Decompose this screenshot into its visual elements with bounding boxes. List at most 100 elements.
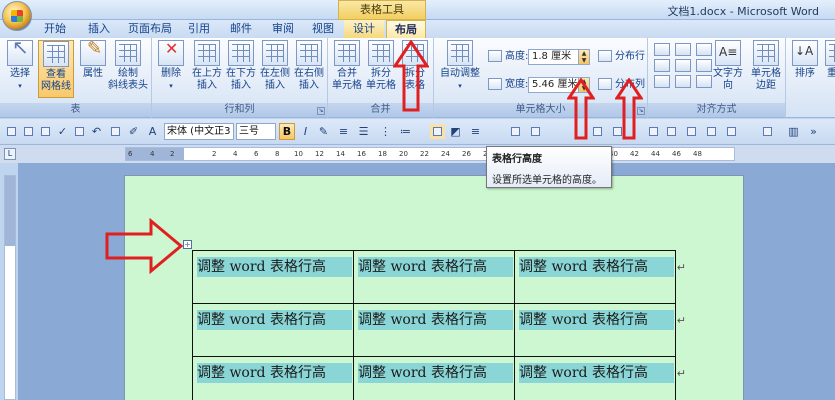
numbering-icon[interactable]: ≔ [398,124,413,139]
fill-color-icon[interactable] [704,124,719,139]
table-cell[interactable]: 调整 word 表格行高 [353,303,515,357]
align-bottom-center-icon[interactable] [675,75,691,88]
cell-text: 调整 word 表格行高 [519,257,674,277]
insert-right-button[interactable]: 在右侧 插入 [292,40,326,92]
tab-references[interactable]: 引用 [182,20,216,38]
horizontal-ruler[interactable]: 6 4 2 2 4 6 8 10 12 14 16 18 20 22 24 26… [125,147,735,161]
text-direction-button[interactable]: 文字方向 [710,40,746,92]
annotation-arrow-up-icon [393,40,429,112]
clear-format-icon[interactable]: A [145,124,160,139]
align-top-left-icon[interactable] [654,43,670,56]
row-height-tooltip: 表格行高度 设置所选单元格的高度。 [486,146,612,188]
highlight-icon[interactable]: ✎ [316,124,331,139]
office-button[interactable] [2,1,32,31]
tab-selector-icon[interactable]: L [4,148,16,160]
line-spacing-icon[interactable]: ☰ [356,124,371,139]
tab-mailings[interactable]: 邮件 [224,20,258,38]
delete-label: 删除 [161,68,181,79]
bullets-icon[interactable]: ⋮ [378,124,393,139]
split-cells-label: 拆分 单元格 [366,68,396,91]
document-table[interactable]: 调整 word 表格行高 调整 word 表格行高 调整 word 表格行高 ↵ … [192,250,686,400]
tab-view[interactable]: 视图 [306,20,340,38]
insert-picture-icon[interactable] [528,124,543,139]
font-size-select[interactable]: 三号 [236,123,276,140]
merge-icon[interactable] [684,124,699,139]
save-icon[interactable] [4,124,19,139]
sort-button[interactable]: 排序 [788,40,822,80]
align-text-icon[interactable]: ≡ [336,124,351,139]
borders-icon[interactable] [430,124,445,139]
autofit-button[interactable]: 自动调整 ▾ [438,40,482,92]
title-bar: 表格工具 文档1.docx - Microsoft Word [0,0,835,31]
table-cell[interactable]: 调整 word 表格行高 ↵ [514,356,686,400]
text-direction-icon [715,40,741,66]
table-align-icon[interactable]: ≡ [468,124,483,139]
merge-cells-icon [334,40,360,66]
spin-arrows-icon[interactable]: ▲ ▼ [578,50,589,64]
font-name-select[interactable]: 宋体 (中文正3 [164,123,234,140]
align-bottom-left-icon[interactable] [654,75,670,88]
delete-button[interactable]: 删除 ▾ [154,40,188,92]
print-icon[interactable] [38,124,53,139]
height-label: 高度: [505,51,529,62]
table-cell[interactable]: 调整 word 表格行高 [353,356,515,400]
spellcheck-icon[interactable]: ✓ [55,124,70,139]
vertical-ruler[interactable] [4,175,16,400]
ruler-tick: 4 [233,150,238,158]
insert-above-label: 在上方 插入 [192,68,222,91]
tab-page-layout[interactable]: 页面布局 [124,20,176,38]
shading-icon[interactable]: ◩ [448,124,463,139]
table-cell[interactable]: 调整 word 表格行高 [353,250,515,304]
table-group: 选择 ▾ 查看 网格线 属性 绘制 斜线表头 表 [0,38,152,118]
ruler-tick: 44 [651,150,660,158]
undo-icon[interactable]: ↶ [89,124,104,139]
insert-above-button[interactable]: 在上方 插入 [190,40,224,92]
merge-cells-button[interactable]: 合并 单元格 [330,40,364,92]
insert-table-icon[interactable] [508,124,523,139]
paste-icon[interactable] [108,124,123,139]
ruler-tick: 14 [336,150,345,158]
cell-margins-button[interactable]: 单元格 边距 [748,40,784,92]
align-top-center-icon[interactable] [675,43,691,56]
ruler-tick: 2 [212,150,217,158]
table-cell[interactable]: 调整 word 表格行高 [192,250,354,304]
image-icon[interactable] [760,124,775,139]
insert-below-button[interactable]: 在下方 插入 [224,40,258,92]
print-preview-icon[interactable] [21,124,36,139]
properties-button[interactable]: 属性 [76,40,110,80]
width-label: 宽度: [505,79,529,90]
table-cell[interactable]: 调整 word 表格行高 ↵ [514,303,686,357]
row-height-spinner[interactable]: 1.8 厘米 ▲ ▼ [528,49,590,65]
ruler-tick: 22 [420,150,429,158]
draw-diagonal-header-button[interactable]: 绘制 斜线表头 [108,40,148,92]
distribute-rows-button[interactable]: 分布行 [598,48,645,66]
split-icon[interactable] [664,124,679,139]
tab-review[interactable]: 审阅 [266,20,300,38]
select-button[interactable]: 选择 ▾ [3,40,37,92]
distribute-icon[interactable] [646,124,661,139]
tab-insert[interactable]: 插入 [80,20,118,38]
border-color-icon[interactable] [724,124,739,139]
bold-button[interactable]: B [279,123,295,140]
insert-left-button[interactable]: 在左侧 插入 [258,40,292,92]
chart-icon[interactable]: ▥ [786,124,801,139]
table-move-handle-icon[interactable]: + [183,240,192,249]
tab-design[interactable]: 设计 [344,20,384,38]
tab-layout[interactable]: 布局 [386,20,426,38]
dialog-launcher-icon[interactable]: ↘ [317,107,325,115]
repeat-label: 重 [827,68,835,79]
table-cell[interactable]: 调整 word 表格行高 [192,303,354,357]
italic-button[interactable]: I [298,124,313,139]
view-gridlines-button[interactable]: 查看 网格线 [38,40,74,98]
align-middle-left-icon[interactable] [654,59,670,72]
align-middle-center-icon[interactable] [675,59,691,72]
tab-home[interactable]: 开始 [36,20,74,38]
row-height-icon [488,50,502,62]
copy-icon[interactable] [72,124,87,139]
more-icon[interactable]: » [806,124,821,139]
table-cell[interactable]: 调整 word 表格行高 ↵ [514,250,686,304]
table-row: 调整 word 表格行高 调整 word 表格行高 调整 word 表格行高 ↵ [192,356,686,400]
repeat-header-button[interactable]: 重 [822,40,835,80]
format-painter-icon[interactable]: ✐ [126,124,141,139]
table-cell[interactable]: 调整 word 表格行高 [192,356,354,400]
